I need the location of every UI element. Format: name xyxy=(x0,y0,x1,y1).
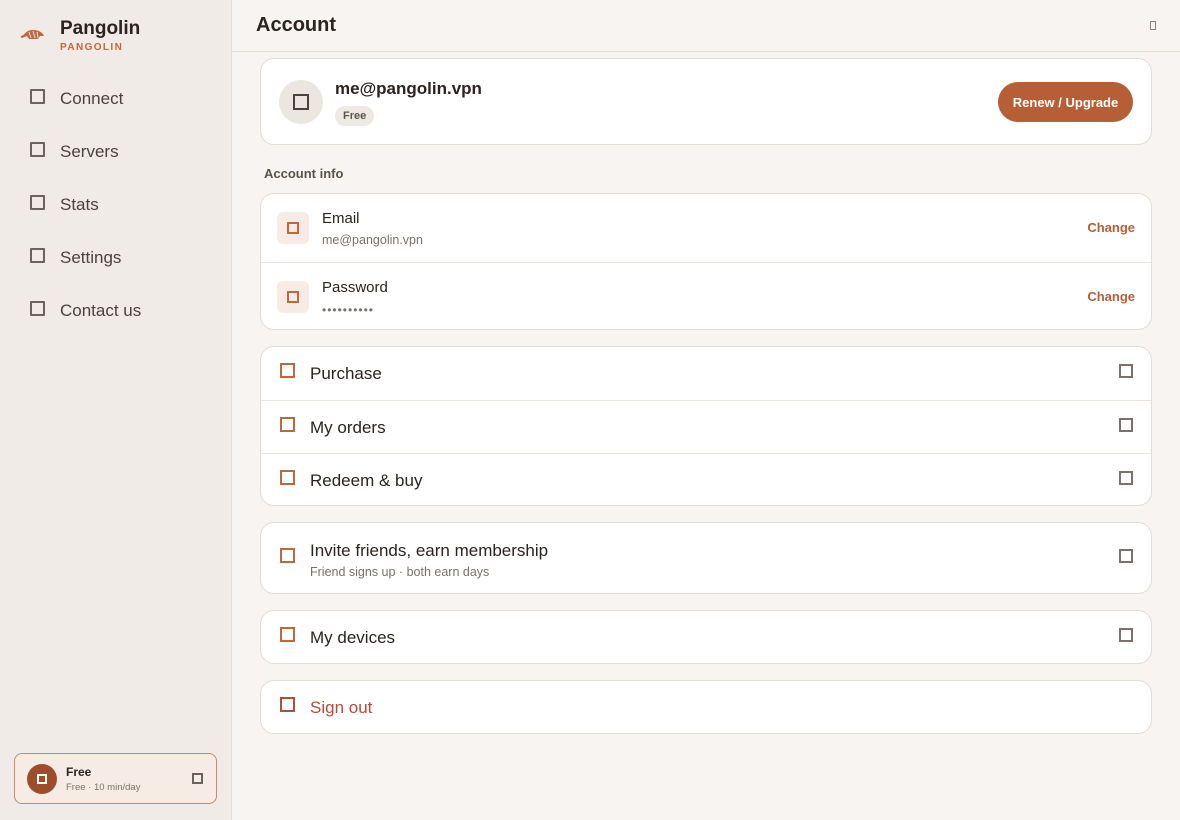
sign-out-icon xyxy=(280,697,295,712)
change-password-link[interactable]: Change xyxy=(1087,289,1135,304)
purchase-row[interactable]: Purchase xyxy=(261,347,1151,400)
plan-avatar-icon xyxy=(27,763,57,794)
servers-icon xyxy=(30,142,45,157)
chevron-right-icon xyxy=(1119,418,1133,432)
pangolin-logo-icon xyxy=(20,28,46,44)
email-icon xyxy=(277,212,309,244)
orders-icon xyxy=(280,417,295,432)
connect-icon xyxy=(30,89,45,104)
password-value: •••••••••• xyxy=(322,303,375,317)
avatar xyxy=(279,80,323,124)
email-row: Email me@pangolin.vpn Change xyxy=(261,194,1151,262)
sidebar-item-label: Stats xyxy=(60,194,99,214)
plan-badge: Free xyxy=(335,106,375,126)
password-icon xyxy=(277,281,309,313)
page-title: Account xyxy=(256,14,336,36)
sign-out-button[interactable]: Sign out xyxy=(260,680,1152,734)
sidebar-nav: Connect Servers Stats Settings Contact u… xyxy=(0,72,231,337)
sidebar-item-contact-us[interactable]: Contact us xyxy=(0,284,231,337)
window-control-icon[interactable] xyxy=(1150,21,1156,30)
settings-icon xyxy=(30,248,45,263)
sidebar-item-settings[interactable]: Settings xyxy=(0,231,231,284)
chevron-right-icon xyxy=(1119,628,1133,642)
purchase-icon xyxy=(280,363,295,378)
app-subtitle: PANGOLIN xyxy=(60,42,124,53)
plan-expand-icon[interactable] xyxy=(192,773,203,784)
sidebar-item-stats[interactable]: Stats xyxy=(0,178,231,231)
plan-title: Free xyxy=(66,764,92,779)
email-value: me@pangolin.vpn xyxy=(322,233,423,247)
chevron-right-icon xyxy=(1119,471,1133,485)
invite-subtitle: Friend signs up · both earn days xyxy=(310,565,490,579)
redeem-buy-row[interactable]: Redeem & buy xyxy=(261,453,1151,505)
account-info-label: Account info xyxy=(264,166,344,181)
contact-icon xyxy=(30,301,45,316)
password-title: Password xyxy=(322,279,388,296)
devices-icon xyxy=(280,627,295,642)
profile-card: me@pangolin.vpn Free Renew / Upgrade xyxy=(260,58,1152,145)
sidebar-item-label: Contact us xyxy=(60,300,142,320)
account-info-card: Email me@pangolin.vpn Change Password ••… xyxy=(260,193,1152,330)
chevron-right-icon xyxy=(1119,364,1133,378)
sidebar-item-label: Servers xyxy=(60,141,119,161)
redeem-buy-label: Redeem & buy xyxy=(310,471,423,490)
plan-subtitle: Free · 10 min/day xyxy=(66,781,141,793)
sidebar: Pangolin PANGOLIN Connect Servers Stats … xyxy=(0,0,232,820)
app-name: Pangolin xyxy=(60,18,141,39)
my-orders-label: My orders xyxy=(310,418,386,437)
sidebar-item-label: Settings xyxy=(60,247,122,267)
email-title: Email xyxy=(322,210,360,227)
sidebar-item-servers[interactable]: Servers xyxy=(0,125,231,178)
devices-label: My devices xyxy=(310,628,396,647)
purchase-card: Purchase My orders Redeem & buy xyxy=(260,346,1152,506)
user-icon xyxy=(293,94,309,110)
stats-icon xyxy=(30,195,45,210)
password-row: Password •••••••••• Change xyxy=(261,262,1151,329)
purchase-label: Purchase xyxy=(310,364,382,383)
change-email-link[interactable]: Change xyxy=(1087,220,1135,235)
sign-out-label: Sign out xyxy=(310,698,373,717)
my-orders-row[interactable]: My orders xyxy=(261,400,1151,453)
profile-email: me@pangolin.vpn xyxy=(335,79,482,98)
chevron-right-icon xyxy=(1119,549,1133,563)
header: Account xyxy=(232,0,1180,52)
invite-card[interactable]: Invite friends, earn membership Friend s… xyxy=(260,522,1152,594)
invite-label: Invite friends, earn membership xyxy=(310,541,549,560)
renew-upgrade-button[interactable]: Renew / Upgrade xyxy=(998,82,1133,122)
sidebar-item-label: Connect xyxy=(60,88,124,108)
plan-card[interactable]: Free Free · 10 min/day xyxy=(14,753,217,804)
redeem-icon xyxy=(280,470,295,485)
brand: Pangolin PANGOLIN xyxy=(20,18,140,53)
sidebar-item-connect[interactable]: Connect xyxy=(0,72,231,125)
devices-card[interactable]: My devices xyxy=(260,610,1152,664)
invite-icon xyxy=(280,548,295,563)
